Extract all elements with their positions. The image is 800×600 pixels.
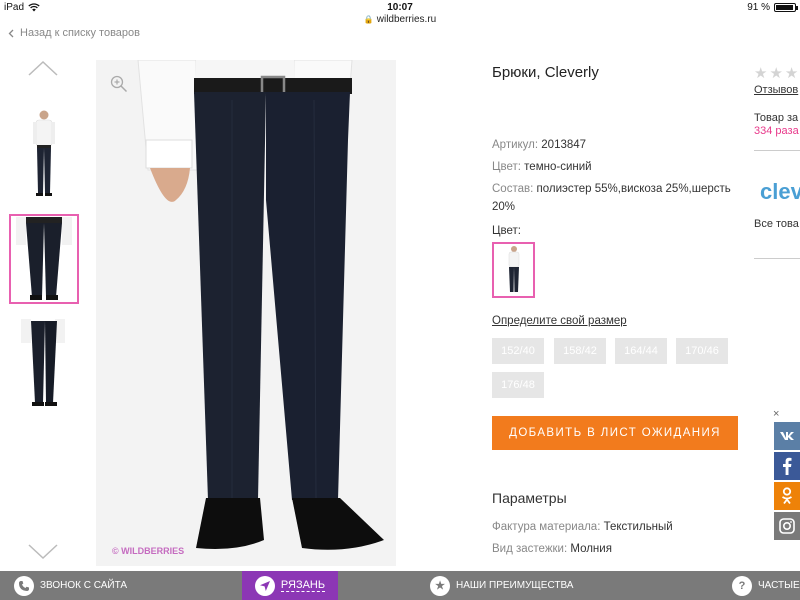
instagram-share-button[interactable] [774, 512, 800, 540]
instagram-icon [779, 518, 795, 534]
param-row: Фактура материала: Текстильный [492, 521, 673, 533]
thumbnail-1[interactable] [9, 108, 79, 198]
faq-button[interactable]: ? ЧАСТЫЕ [732, 571, 800, 600]
status-right: 91 % [747, 2, 798, 13]
star-icon: ★ [769, 65, 783, 82]
size-option-152-40[interactable]: 152/40 [492, 338, 544, 364]
rating-stars: ★ ★ ★ [754, 64, 798, 82]
color-value: темно-синий [524, 161, 592, 173]
article-value: 2013847 [541, 139, 587, 151]
facebook-share-button[interactable] [774, 452, 800, 480]
chevron-up-icon[interactable] [28, 60, 58, 76]
param-value: Текстильный [603, 521, 673, 533]
star-icon: ★ [784, 65, 799, 82]
battery-level: 91 % [747, 2, 770, 13]
composition-value: полиэстер 55%,вискоза 25%,шерсть [536, 183, 731, 195]
advantages-button[interactable]: ★ НАШИ ПРЕИМУЩЕСТВА [430, 571, 573, 600]
vk-share-button[interactable] [774, 422, 800, 450]
color-swatch[interactable] [492, 242, 535, 298]
clock: 10:07 [387, 2, 413, 13]
param-value: Молния [570, 543, 612, 555]
brand-logo[interactable]: clev [760, 175, 800, 209]
trousers-photo [96, 60, 396, 566]
facebook-icon [783, 457, 792, 475]
callback-label: ЗВОНОК С САЙТА [40, 580, 128, 591]
main-product-image[interactable] [96, 60, 396, 566]
city-label: РЯЗАНЬ [280, 579, 326, 592]
thumbnail-trousers-closeup-image [16, 217, 72, 300]
chevron-left-icon [8, 29, 14, 37]
color-label: Цвет: [492, 161, 521, 173]
divider [754, 150, 800, 151]
article-label: Артикул: [492, 139, 539, 151]
article-row: Артикул: 2013847 [492, 136, 586, 154]
zoom-icon[interactable] [110, 75, 128, 93]
back-link-label: Назад к списку товаров [20, 27, 140, 39]
chevron-down-icon[interactable] [28, 544, 58, 560]
param-label: Вид застежки: [492, 543, 568, 555]
param-row: Вид застежки: Молния [492, 543, 612, 555]
reviews-link[interactable]: Отзывов [754, 84, 798, 96]
brand-logo-text: clev [760, 179, 800, 204]
star-icon: ★ [430, 575, 450, 596]
thumbnail-2[interactable] [9, 214, 79, 304]
faq-label: ЧАСТЫЕ [758, 580, 800, 591]
close-social-icon[interactable]: × [773, 408, 779, 420]
sold-text: Товар за [754, 112, 799, 124]
color-picker-label: Цвет: [492, 225, 521, 237]
star-icon: ★ [754, 65, 768, 82]
brand-logo-image: clev [760, 179, 800, 204]
city-selector[interactable]: РЯЗАНЬ [242, 571, 338, 600]
product-title: Брюки, Cleverly [492, 64, 599, 81]
thumbnail-column [0, 60, 90, 570]
odnoklassniki-icon [782, 487, 792, 505]
url-text: wildberries.ru [376, 14, 437, 25]
add-to-waitlist-button[interactable]: ДОБАВИТЬ В ЛИСТ ОЖИДАНИЯ [492, 416, 738, 450]
back-to-list-link[interactable]: Назад к списку товаров [8, 27, 140, 39]
thumbnail-3[interactable] [9, 318, 79, 408]
size-option-164-44[interactable]: 164/44 [615, 338, 667, 364]
question-icon: ? [732, 575, 752, 596]
all-brand-goods-link[interactable]: Все това [754, 218, 799, 230]
thumbnail-trousers-side-image [21, 319, 65, 406]
size-option-170-46[interactable]: 170/46 [676, 338, 728, 364]
address-bar[interactable]: 🔒 wildberries.ru [0, 14, 800, 28]
watermark: © WILDBERRIES [112, 546, 185, 556]
callback-button[interactable]: ЗВОНОК С САЙТА [14, 571, 127, 600]
color-row: Цвет: темно-синий [492, 158, 592, 176]
phone-icon [14, 575, 34, 596]
param-label: Фактура материала: [492, 521, 601, 533]
page: iPad 10:07 91 % 🔒 wildberries.ru Назад к … [0, 0, 800, 600]
size-guide-link[interactable]: Определите свой размер [492, 315, 627, 327]
vk-icon [780, 432, 794, 440]
divider [754, 258, 800, 259]
sold-count: 334 раза [754, 125, 799, 137]
composition-label: Состав: [492, 183, 534, 195]
composition-value-line-2: 20% [492, 201, 516, 213]
size-option-176-48[interactable]: 176/48 [492, 372, 544, 398]
odnoklassniki-share-button[interactable] [774, 482, 800, 510]
composition-row: Состав: полиэстер 55%,вискоза 25%,шерсть… [492, 180, 742, 216]
lock-icon: 🔒 [363, 15, 374, 24]
params-title: Параметры [492, 490, 567, 506]
bottom-bar: ЗВОНОК С САЙТА РЯЗАНЬ ★ НАШИ ПРЕИМУЩЕСТВ… [0, 571, 800, 600]
battery-icon [774, 3, 798, 12]
advantages-label: НАШИ ПРЕИМУЩЕСТВА [456, 580, 574, 591]
location-arrow-icon [254, 575, 275, 596]
thumbnail-model-front-image [33, 110, 55, 196]
color-swatch-model-image [508, 246, 519, 292]
size-option-158-42[interactable]: 158/42 [554, 338, 606, 364]
